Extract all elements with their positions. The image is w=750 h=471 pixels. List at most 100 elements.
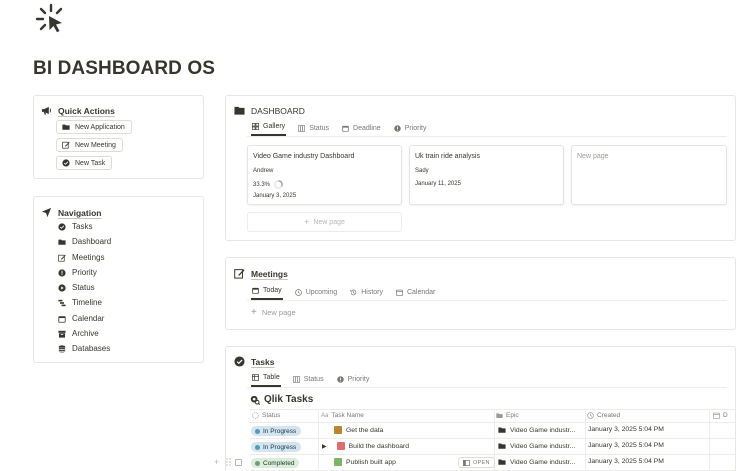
nav-item-calendar[interactable]: Calendar [58, 314, 104, 323]
tab-priority[interactable]: Priority [393, 125, 428, 136]
tab-divider [247, 387, 727, 388]
tab-label: Status [309, 125, 330, 132]
nav-item-meetings[interactable]: Meetings [58, 253, 104, 262]
relation-icon [496, 413, 503, 418]
column-header-task-name[interactable]: Aa Task Name [321, 412, 364, 419]
folder-icon [58, 239, 66, 245]
qlik-tasks-view-title[interactable]: Qlik Tasks [250, 394, 313, 405]
status-dot [255, 444, 260, 450]
epic-text: Video Game industr... [510, 458, 576, 466]
table-row[interactable]: Completed Publish built app OPEN Video G… [250, 455, 736, 471]
meetings-title[interactable]: Meetings [251, 269, 288, 279]
meetings-new-page-button[interactable]: + New page [251, 307, 296, 318]
tab-label: Upcoming [305, 289, 338, 296]
plus-icon: + [304, 217, 310, 227]
navigation-title[interactable]: Navigation [58, 208, 101, 218]
task-name-cell[interactable]: ▶ Build the dashboard [322, 442, 409, 450]
new-meeting-button[interactable]: New Meeting [56, 138, 123, 152]
folder-icon [234, 105, 245, 116]
tasks-title[interactable]: Tasks [251, 357, 274, 367]
table-row[interactable]: In Progress ▶ Build the dashboard Video … [250, 439, 736, 455]
history-icon [350, 289, 357, 296]
table-row[interactable]: In Progress Get the data Video Game indu… [250, 423, 736, 439]
epic-cell[interactable]: Video Game industr... [498, 442, 575, 450]
quick-actions-title[interactable]: Quick Actions [58, 106, 115, 116]
dashboard-new-page-button[interactable]: + New page [247, 212, 402, 232]
gallery-card-new-page[interactable]: New page [571, 145, 727, 205]
task-name-text: Publish built app [346, 458, 396, 466]
gallery-card-video-game[interactable]: Video Game industry Dashboard Andrew 33.… [247, 145, 402, 205]
tab-calendar[interactable]: Calendar [395, 289, 436, 300]
folder-icon [498, 427, 506, 433]
gallery-card-title: New page [577, 153, 609, 160]
open-label: OPEN [473, 459, 490, 466]
tab-today[interactable]: Today [251, 287, 283, 300]
cursor-click-icon [34, 2, 68, 36]
table-header: Status Aa Task Name Epic Created D [250, 409, 736, 423]
column-header-date[interactable]: D [713, 412, 728, 419]
open-row-button[interactable]: OPEN [458, 457, 495, 468]
check-circle-icon [234, 356, 245, 367]
created-cell: January 3, 2025 5:04 PM [588, 426, 664, 433]
folder-icon [62, 124, 70, 130]
nav-item-label: Meetings [72, 253, 105, 262]
created-cell: January 3, 2025 5:04 PM [588, 442, 664, 449]
alert-circle-icon [393, 125, 401, 132]
tab-divider [247, 300, 727, 301]
nav-item-label: Priority [72, 268, 97, 277]
column-header-epic[interactable]: Epic [496, 412, 519, 419]
drag-handle-icon[interactable] [226, 458, 231, 468]
tab-status[interactable]: Status [292, 376, 325, 387]
tab-history[interactable]: History [349, 289, 384, 300]
calendar-outline-icon [396, 289, 403, 296]
nav-item-archive[interactable]: Archive [58, 329, 99, 338]
megaphone-icon [41, 105, 52, 116]
status-text: In Progress [263, 443, 297, 451]
nav-item-dashboard[interactable]: Dashboard [58, 237, 111, 246]
tab-status[interactable]: Status [297, 125, 330, 136]
new-page-label: New page [261, 308, 296, 317]
nav-item-tasks[interactable]: Tasks [58, 222, 92, 231]
check-circle-icon [62, 159, 70, 167]
expand-toggle-icon[interactable]: ▶ [322, 443, 327, 450]
dashboard-header: DASHBOARD [234, 105, 305, 116]
epic-cell[interactable]: Video Game industr... [498, 458, 575, 466]
dashboard-title[interactable]: DASHBOARD [251, 106, 305, 116]
task-name-text: Build the dashboard [348, 442, 410, 450]
task-name-cell[interactable]: Get the data [334, 426, 383, 434]
tab-label: Priority [404, 125, 427, 132]
gallery-card-date: January 11, 2025 [415, 181, 461, 187]
tasks-tabs: Table Status Priority [251, 374, 370, 387]
column-header-status[interactable]: Status [252, 412, 280, 419]
tab-table[interactable]: Table [251, 374, 281, 387]
tab-divider [247, 136, 727, 137]
column-header-label: Task Name [331, 412, 364, 419]
tab-gallery[interactable]: Gallery [251, 123, 287, 136]
quick-actions-card: Quick Actions New Application New Meetin… [33, 95, 204, 179]
new-application-button[interactable]: New Application [56, 120, 132, 134]
tab-deadline[interactable]: Deadline [341, 125, 382, 136]
quick-actions-header: Quick Actions [41, 105, 115, 116]
new-task-button[interactable]: New Task [56, 156, 113, 170]
check-circle-icon [58, 222, 66, 231]
tab-priority[interactable]: Priority [336, 376, 371, 387]
row-select-checkbox[interactable] [235, 459, 242, 466]
page-title: BI DASHBOARD OS [33, 58, 216, 79]
epic-cell[interactable]: Video Game industr... [498, 426, 575, 434]
add-row-plus-icon[interactable]: + [214, 457, 219, 467]
task-name-cell[interactable]: Publish built app [334, 458, 396, 466]
nav-item-status[interactable]: Status [58, 283, 95, 292]
column-header-created[interactable]: Created [587, 412, 620, 419]
nav-item-databases[interactable]: Databases [58, 344, 110, 353]
tab-upcoming[interactable]: Upcoming [294, 289, 339, 300]
nav-item-timeline[interactable]: Timeline [58, 298, 102, 307]
epic-text: Video Game industr... [510, 442, 576, 450]
navigation-arrow-icon [41, 207, 52, 218]
nav-item-label: Calendar [72, 314, 105, 323]
nav-item-priority[interactable]: Priority [58, 268, 97, 277]
gallery-card-progress: 33.3% [253, 180, 283, 189]
alert-circle-icon [336, 376, 344, 383]
gallery-card-uk-train[interactable]: Uk train ride analysis Sady January 11, … [409, 145, 564, 205]
open-panel-icon [463, 459, 470, 466]
plus-icon: + [251, 307, 257, 318]
